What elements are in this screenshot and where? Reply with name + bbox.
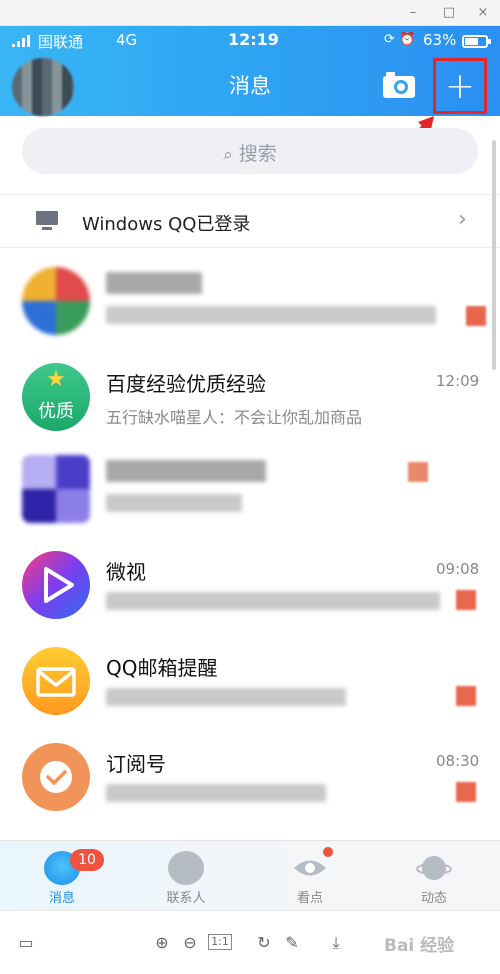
contacts-icon [168, 851, 204, 885]
edit-icon[interactable]: ✎ [282, 933, 302, 952]
windows-login-label: Windows QQ已登录 [82, 214, 251, 235]
unread-marker [466, 306, 486, 326]
badge-check-icon [40, 761, 72, 793]
signal-icon [12, 35, 30, 47]
rotate-icon[interactable]: ↻ [254, 933, 274, 952]
tab-label: 看点 [296, 891, 323, 906]
contact-name: 订阅号 [106, 752, 166, 776]
message-time: 12:09 [436, 372, 480, 390]
tab-label: 消息 [48, 891, 75, 906]
list-item[interactable] [0, 450, 500, 546]
tab-label: 联系人 [166, 891, 206, 906]
status-bar: 国联通 4G 12:19 ⟳ ⏰ 63% [0, 26, 500, 56]
name-redacted [106, 272, 202, 294]
unread-marker [456, 782, 476, 802]
preview-redacted [106, 784, 326, 802]
search-bar[interactable]: ⌕ 搜索 [22, 128, 478, 174]
network-label: 4G [116, 31, 138, 49]
mail-icon [36, 667, 76, 697]
tab-label: 动态 [420, 891, 447, 906]
contact-name: 微视 [106, 560, 146, 584]
status-time: 12:19 [228, 30, 279, 49]
list-item[interactable]: 微视 09:08 [0, 546, 500, 642]
list-item[interactable] [0, 262, 500, 358]
message-time: 08:30 [436, 752, 480, 770]
camera-icon[interactable] [382, 70, 416, 100]
planet-icon [416, 856, 452, 880]
page-title: 消息 [229, 74, 271, 98]
contact-name: 百度经验优质经验 [106, 372, 266, 396]
avatar [22, 551, 90, 619]
avatar [22, 455, 90, 523]
maximize-button[interactable]: □ [440, 4, 458, 22]
scrollbar[interactable] [492, 140, 496, 370]
play-icon [44, 567, 74, 603]
computer-icon [36, 211, 58, 230]
message-preview: 五行缺水喵星人：不会让你乱加商品 [106, 408, 363, 427]
actual-size-button[interactable]: 1:1 [208, 934, 232, 950]
close-button[interactable]: × [474, 4, 492, 22]
thumbnail-icon[interactable]: ▭ [16, 933, 36, 952]
unread-marker [456, 590, 476, 610]
search-input[interactable]: ⌕ 搜索 [22, 139, 478, 166]
tab-discover[interactable]: 看点 [270, 847, 350, 907]
avatar [22, 647, 90, 715]
avatar [22, 267, 90, 335]
name-redacted [106, 460, 266, 482]
bottom-tab-bar: 消息 10 联系人 看点 动态 [0, 840, 500, 910]
alarm-icon: ⟳ ⏰ [384, 32, 416, 47]
watermark: Bai 经验 [384, 936, 455, 956]
preview-redacted [106, 494, 242, 512]
preview-redacted [106, 688, 346, 706]
viewer-toolbar: ▭ ⊕ ⊖ 1:1 ↻ ✎ ⤓ Bai 经验 [0, 910, 500, 974]
minimize-button[interactable]: – [404, 4, 422, 22]
list-item[interactable]: QQ邮箱提醒 [0, 642, 500, 738]
chevron-right-icon: › [458, 207, 467, 232]
carrier-label: 国联通 [38, 33, 84, 51]
app-header: 国联通 4G 12:19 ⟳ ⏰ 63% 消息 + [0, 26, 500, 116]
unread-marker [408, 462, 428, 482]
windows-login-bar[interactable]: Windows QQ已登录 › [0, 194, 500, 248]
nav-bar: 消息 + [0, 56, 500, 116]
battery-percent: 63% [423, 31, 457, 49]
download-icon[interactable]: ⤓ [326, 933, 346, 953]
new-dot-badge [323, 847, 333, 857]
add-button[interactable]: + [436, 65, 484, 109]
add-button-highlight[interactable]: + [433, 58, 487, 114]
eye-icon [294, 860, 326, 876]
tab-feed[interactable]: 动态 [394, 847, 474, 907]
unread-badge: 10 [70, 849, 104, 871]
search-placeholder: 搜索 [238, 143, 277, 165]
tab-contacts[interactable]: 联系人 [146, 847, 226, 907]
avatar: ★ 优质 [22, 363, 90, 431]
preview-redacted [106, 306, 436, 324]
window-title-bar: – □ × [0, 0, 500, 26]
search-icon: ⌕ [223, 145, 233, 165]
list-item[interactable]: 订阅号 08:30 [0, 738, 500, 834]
avatar [22, 743, 90, 811]
battery-fill [465, 38, 478, 45]
battery-icon [462, 35, 491, 48]
unread-marker [456, 686, 476, 706]
preview-redacted [106, 592, 440, 610]
zoom-out-icon[interactable]: ⊖ [180, 933, 200, 952]
list-item[interactable]: ★ 优质 百度经验优质经验 12:09 五行缺水喵星人：不会让你乱加商品 [0, 358, 500, 454]
contact-name: QQ邮箱提醒 [106, 656, 218, 680]
message-time: 09:08 [436, 560, 480, 578]
avatar-label: 优质 [38, 401, 74, 422]
star-icon: ★ [46, 367, 66, 392]
zoom-in-icon[interactable]: ⊕ [152, 933, 172, 952]
